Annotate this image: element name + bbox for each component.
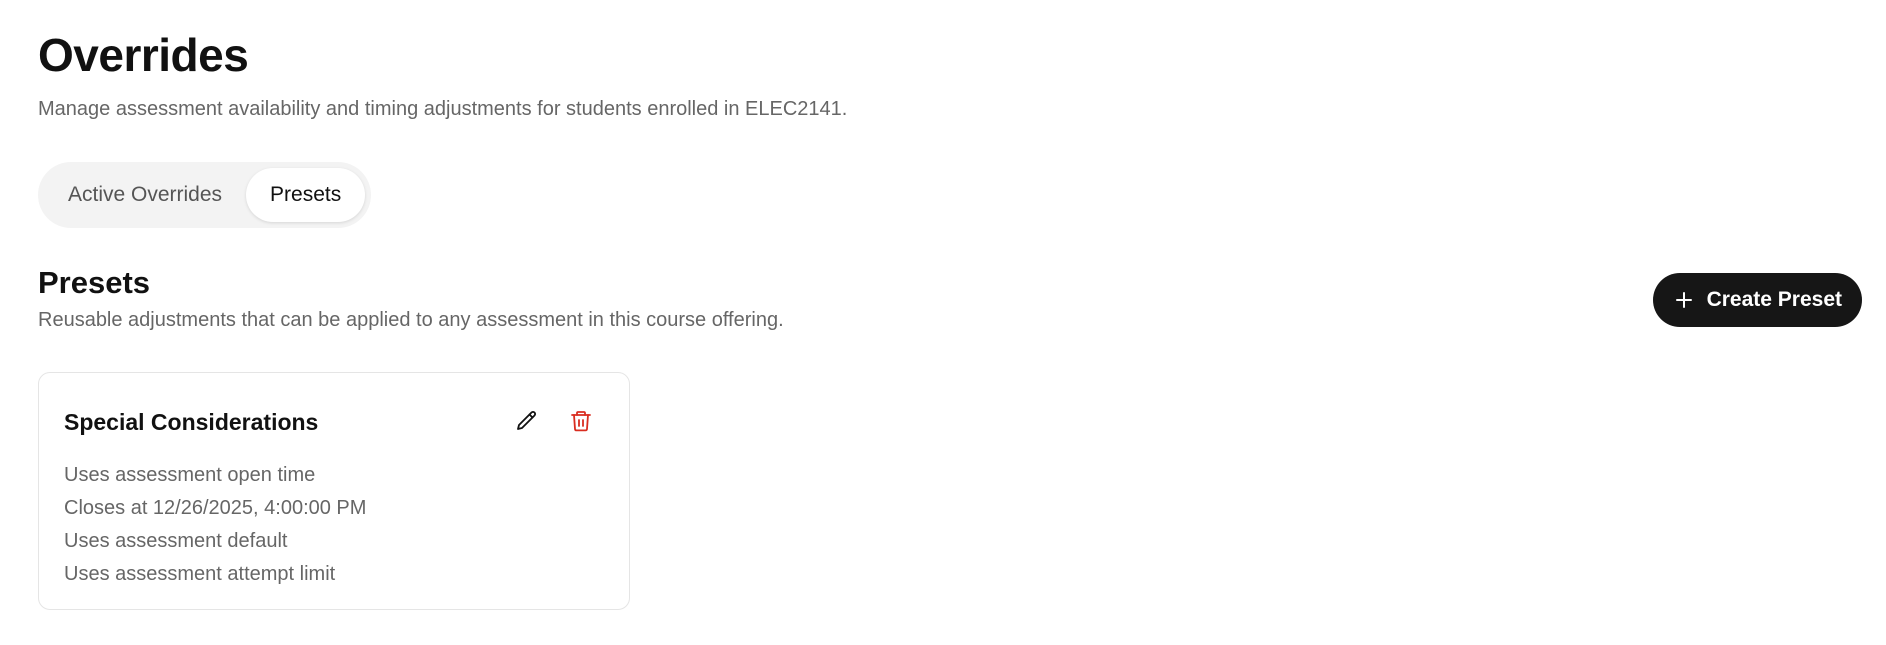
- pencil-icon: [517, 411, 536, 430]
- plus-icon: [1675, 292, 1692, 308]
- section-title: Presets: [38, 265, 151, 300]
- preset-detail-line: Uses assessment default: [64, 530, 288, 552]
- tab-presets[interactable]: Presets: [246, 168, 366, 222]
- preset-detail-line: Closes at 12/26/2025, 4:00:00 PM: [64, 497, 367, 519]
- preset-detail-line: Uses assessment attempt limit: [64, 563, 336, 585]
- page-subtitle: Manage assessment availability and timin…: [38, 98, 848, 120]
- preset-card-title: Special Considerations: [64, 409, 319, 435]
- preset-details-list: Uses assessment open time Closes at 12/2…: [64, 459, 366, 591]
- overrides-page: Overrides Manage assessment availability…: [0, 0, 1886, 645]
- create-preset-label: Create Preset: [1706, 288, 1842, 311]
- trash-icon: [571, 411, 591, 432]
- tab-bar: Active Overrides Presets: [38, 162, 372, 228]
- preset-card: Special Considerations Uses assessment o…: [38, 372, 630, 610]
- delete-preset-button[interactable]: [565, 405, 597, 437]
- section-subtitle: Reusable adjustments that can be applied…: [38, 309, 784, 331]
- page-title: Overrides: [38, 29, 249, 81]
- tab-active-overrides[interactable]: Active Overrides: [44, 168, 246, 222]
- create-preset-button[interactable]: Create Preset: [1652, 273, 1862, 327]
- edit-preset-button[interactable]: [511, 405, 543, 437]
- preset-detail-line: Uses assessment open time: [64, 464, 316, 486]
